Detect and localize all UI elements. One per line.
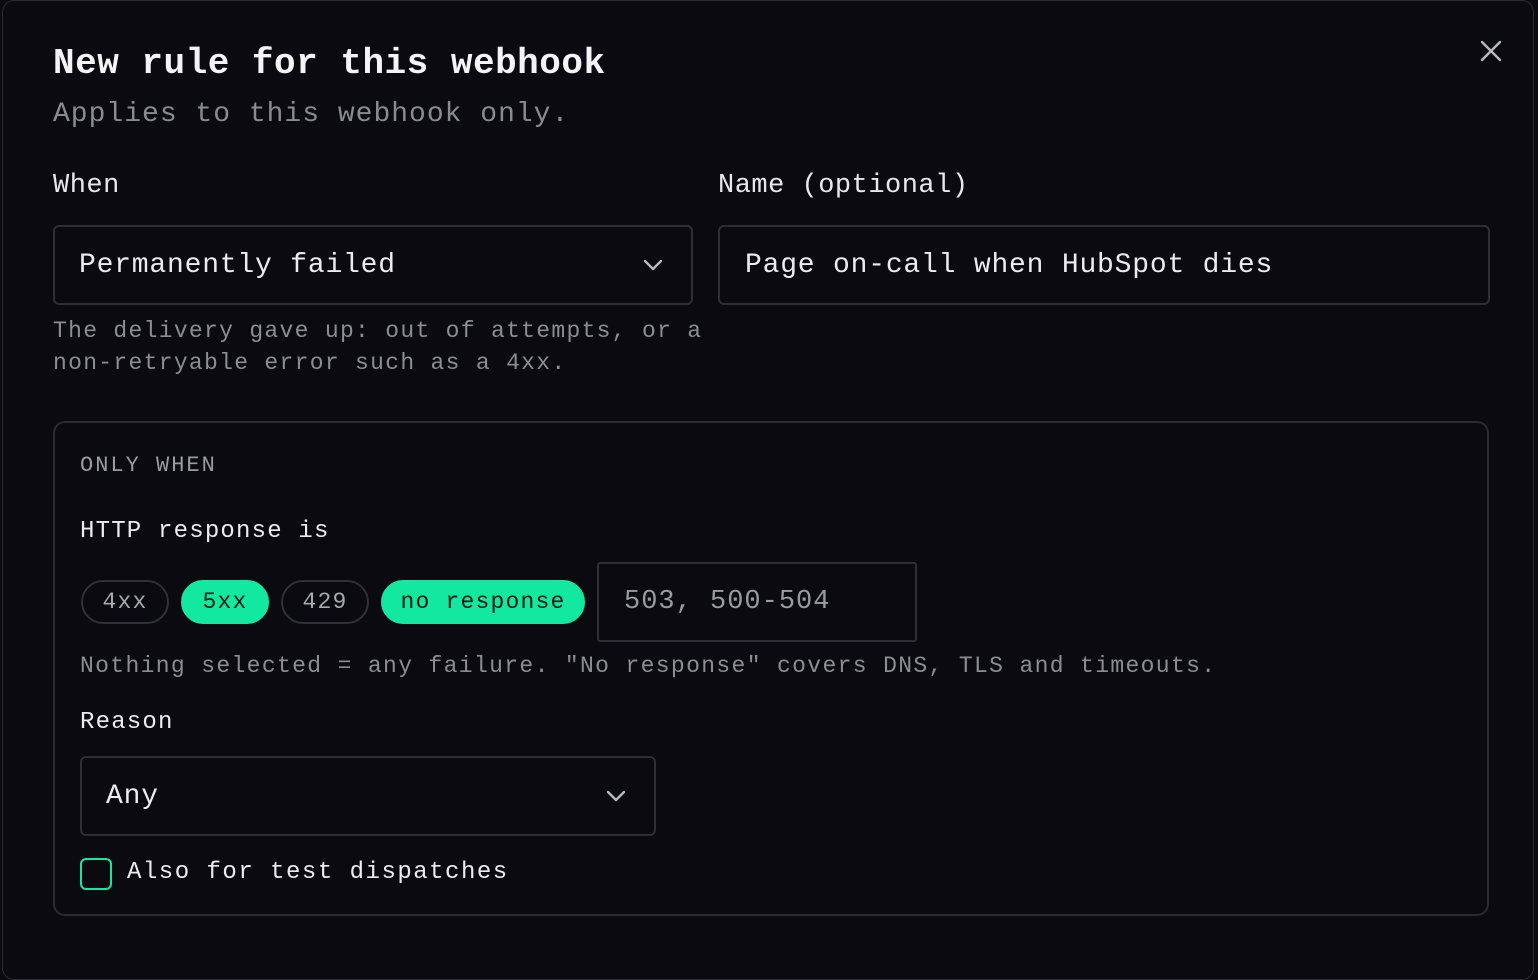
only-when-title: ONLY WHEN [80, 453, 217, 478]
name-input[interactable]: Page on-call when HubSpot dies [718, 225, 1490, 305]
only-when-panel: ONLY WHEN HTTP response is 4xx 5xx 429 n… [53, 421, 1489, 916]
dialog-subtitle: Applies to this webhook only. [53, 99, 570, 130]
test-dispatch-checkbox[interactable] [80, 858, 112, 890]
chip-5xx[interactable]: 5xx [181, 580, 269, 624]
chip-429[interactable]: 429 [281, 580, 369, 624]
status-codes-input[interactable]: 503, 500-504 [597, 562, 917, 642]
test-dispatch-label: Also for test dispatches [127, 859, 509, 886]
chevron-down-icon [606, 790, 626, 802]
chip-no-response-label: no response [400, 589, 566, 615]
chevron-down-icon [643, 259, 663, 271]
chip-no-response[interactable]: no response [381, 580, 585, 624]
chip-4xx[interactable]: 4xx [81, 580, 169, 624]
when-help-line2: non-retryable error such as a 4xx. [53, 350, 567, 376]
only-when-help: Nothing selected = any failure. "No resp… [80, 653, 1217, 679]
new-rule-dialog: New rule for this webhook Applies to thi… [2, 0, 1534, 980]
chip-5xx-label: 5xx [202, 589, 248, 615]
when-help-line1: The delivery gave up: out of attempts, o… [53, 318, 703, 344]
name-label: Name (optional) [718, 171, 969, 201]
when-label: When [53, 171, 120, 201]
dialog-title: New rule for this webhook [53, 43, 606, 84]
close-icon[interactable] [1478, 38, 1504, 64]
when-select-value: Permanently failed [79, 249, 396, 281]
chip-4xx-label: 4xx [102, 589, 148, 615]
reason-label: Reason [80, 709, 174, 736]
when-select[interactable]: Permanently failed [53, 225, 693, 305]
reason-select-value: Any [106, 780, 159, 812]
reason-select[interactable]: Any [80, 756, 656, 836]
http-response-label: HTTP response is [80, 518, 330, 545]
chip-429-label: 429 [302, 589, 348, 615]
